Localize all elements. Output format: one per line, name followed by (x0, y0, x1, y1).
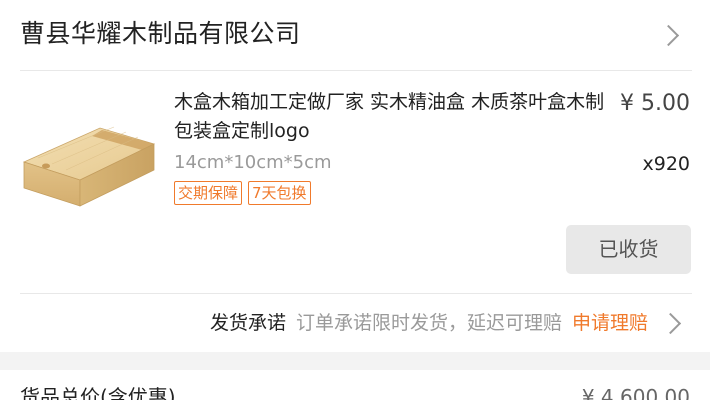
received-status-button[interactable]: 已收货 (566, 225, 691, 274)
claim-link[interactable]: 申请理赔 (572, 312, 648, 334)
wooden-box-image (22, 126, 156, 207)
tag-7-day-exchange: 7天包换 (248, 181, 311, 205)
promise-label: 发货承诺 (209, 312, 286, 334)
promise-description: 订单承诺限时发货，延迟可理赔 (295, 312, 562, 334)
shop-name[interactable]: 曹县华耀木制品有限公司 (20, 14, 301, 54)
product-price: ¥ 5.00 (620, 91, 690, 116)
promise-line: 发货承诺 订单承诺限时发货，延迟可理赔 申请理赔 (210, 294, 648, 352)
tag-delivery-guarantee: 交期保障 (174, 181, 243, 205)
chevron-right-icon[interactable] (657, 24, 680, 47)
shop-header[interactable]: 曹县华耀木制品有限公司 (0, 0, 710, 70)
divider (20, 70, 692, 71)
order-card: 曹县华耀木制品有限公司 木盒木箱加工定做厂家 实木精油盒 木质茶叶盒木制包装盒定… (0, 0, 710, 352)
section-gap (0, 352, 710, 370)
delivery-promise-row[interactable]: 发货承诺 订单承诺限时发货，延迟可理赔 申请理赔 (0, 294, 710, 352)
price-summary-row: 货品总价(含优惠) ¥ 4,600.00 (0, 370, 710, 400)
product-title[interactable]: 木盒木箱加工定做厂家 实木精油盒 木质茶叶盒木制包装盒定制logo (174, 88, 606, 146)
summary-value: ¥ 4,600.00 (581, 385, 690, 400)
summary-label: 货品总价(含优惠) (20, 385, 176, 400)
product-spec: 14cm*10cm*5cm (174, 152, 332, 173)
product-image[interactable] (18, 92, 158, 232)
product-quantity: x920 (642, 153, 690, 175)
service-tags: 交期保障 7天包换 (174, 181, 317, 205)
